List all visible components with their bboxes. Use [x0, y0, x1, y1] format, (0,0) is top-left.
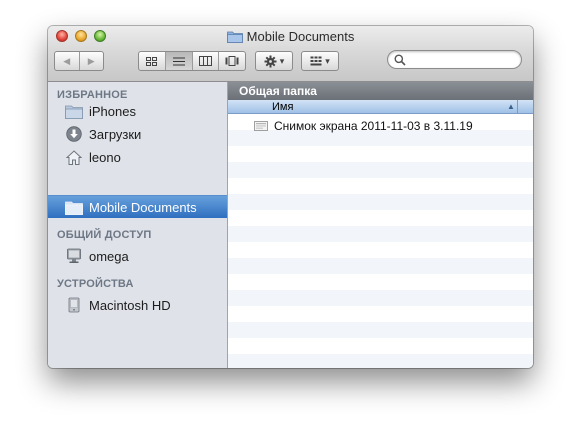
- folder-icon: [226, 31, 243, 44]
- sort-ascending-icon: ▲: [507, 102, 515, 111]
- column-divider[interactable]: [517, 100, 518, 114]
- list-view-button[interactable]: [164, 52, 192, 70]
- screenshot-file-icon: [254, 121, 268, 131]
- back-button[interactable]: ◀: [55, 52, 79, 70]
- sidebar-item-label: iPhones: [89, 103, 136, 119]
- column-view-button[interactable]: [191, 52, 219, 70]
- sidebar-item-label: Macintosh HD: [89, 297, 171, 313]
- icon-view-icon: [146, 56, 158, 66]
- table-row[interactable]: Снимок экрана 2011-11-03 в 3.11.19: [228, 118, 533, 134]
- chevron-down-icon: ▾: [279, 55, 285, 66]
- name-column-header[interactable]: Имя: [228, 100, 533, 114]
- sidebar-item-label: leono: [89, 149, 121, 165]
- file-list: Снимок экрана 2011-11-03 в 3.11.19: [228, 114, 533, 368]
- list-view-icon: [172, 57, 185, 65]
- sidebar-item-macintosh-hd[interactable]: Macintosh HD: [48, 294, 227, 316]
- coverflow-view-button[interactable]: [218, 52, 245, 70]
- window-title-group: Mobile Documents: [48, 28, 533, 46]
- forward-button[interactable]: ▶: [78, 52, 104, 70]
- action-menu-button[interactable]: ▾: [255, 51, 293, 71]
- column-header-label: Имя: [272, 101, 294, 113]
- coverflow-view-icon: [225, 56, 239, 66]
- icon-view-button[interactable]: [139, 52, 165, 70]
- sidebar-item-mobile-documents[interactable]: Mobile Documents: [48, 195, 227, 218]
- computer-icon: [65, 248, 83, 264]
- sidebar: ИЗБРАННОЕ iPhones Загрузки leono Mobile …: [48, 82, 228, 368]
- view-switcher: [138, 51, 246, 71]
- sidebar-header-shared: ОБЩИЙ ДОСТУП: [57, 229, 152, 241]
- window-title: Mobile Documents: [246, 29, 355, 45]
- hard-drive-icon: [65, 297, 83, 313]
- gear-icon: [264, 55, 277, 67]
- column-view-icon: [198, 56, 212, 66]
- title-bar: Mobile Documents ◀ ▶ ▾ ▾: [48, 26, 533, 82]
- sidebar-item-iphones[interactable]: iPhones: [48, 100, 227, 122]
- path-bar: Общая папка: [228, 82, 533, 100]
- file-name: Снимок экрана 2011-11-03 в 3.11.19: [274, 119, 473, 133]
- search-input[interactable]: [408, 52, 516, 67]
- arrange-menu-button[interactable]: ▾: [301, 51, 339, 71]
- sidebar-item-downloads[interactable]: Загрузки: [48, 123, 227, 145]
- chevron-down-icon: ▾: [325, 55, 330, 66]
- finder-window: Mobile Documents ◀ ▶ ▾ ▾ ИЗБРАННОЕ iPhon…: [48, 26, 533, 368]
- sidebar-item-omega[interactable]: omega: [48, 245, 227, 267]
- folder-icon: [65, 199, 83, 215]
- search-field[interactable]: [387, 50, 522, 69]
- sidebar-item-leono[interactable]: leono: [48, 146, 227, 168]
- back-forward-group: ◀ ▶: [54, 51, 104, 71]
- sidebar-item-label: omega: [89, 248, 129, 264]
- folder-icon: [65, 103, 83, 119]
- sidebar-item-label: Mobile Documents: [89, 199, 197, 215]
- home-icon: [65, 149, 83, 165]
- sidebar-header-devices: УСТРОЙСТВА: [57, 278, 134, 290]
- search-icon: [394, 54, 406, 66]
- arrange-icon: [310, 56, 322, 66]
- sidebar-item-label: Загрузки: [89, 126, 142, 142]
- downloads-icon: [65, 126, 83, 142]
